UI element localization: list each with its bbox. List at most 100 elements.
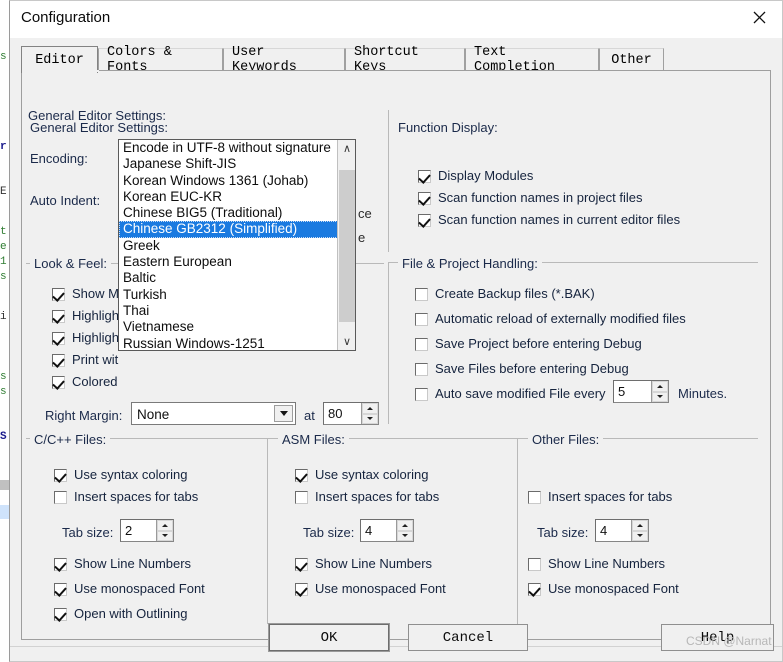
c-tab-size-label: Tab size: <box>62 525 114 540</box>
spinner-buttons[interactable] <box>396 520 413 541</box>
spinner-up-icon[interactable] <box>362 403 378 414</box>
checkbox-box[interactable] <box>295 558 308 571</box>
ok-button[interactable]: OK <box>269 624 389 651</box>
tab-label: Editor <box>35 52 84 68</box>
checkbox-box[interactable] <box>415 363 428 376</box>
close-icon[interactable] <box>736 1 782 34</box>
checkbox-box[interactable] <box>418 214 431 227</box>
encoding-dropdown-items[interactable]: Encode in UTF-8 without signature Japane… <box>119 140 338 350</box>
checkbox-box[interactable] <box>418 192 431 205</box>
tab-shortcut-keys[interactable]: Shortcut Keys <box>345 45 465 75</box>
asm-tab-size-stepper[interactable]: 4 <box>360 519 414 542</box>
checkbox-box[interactable] <box>52 376 65 389</box>
c-tab-size-stepper[interactable]: 2 <box>120 519 174 542</box>
spinner-buttons[interactable] <box>156 520 173 541</box>
checkbox-box[interactable] <box>52 332 65 345</box>
bg-code-line: s <box>0 271 7 283</box>
spinner-down-icon[interactable] <box>157 530 173 541</box>
tab-user-keywords[interactable]: User Keywords <box>223 45 345 75</box>
cancel-button[interactable]: Cancel <box>408 624 528 651</box>
checkbox-box[interactable] <box>418 170 431 183</box>
auto-save-minutes-stepper[interactable]: 5 <box>613 380 669 403</box>
c-files-frame-right <box>267 438 268 624</box>
checkbox-box[interactable] <box>295 491 308 504</box>
dropdown-item[interactable]: Vietnamese <box>119 319 338 335</box>
spinner-buttons[interactable] <box>651 381 668 402</box>
bg-code-line: 1 <box>0 256 7 268</box>
bg-code-line: E <box>0 186 7 198</box>
function-display-frame-left <box>388 110 389 252</box>
checkbox-box[interactable] <box>52 354 65 367</box>
configuration-dialog: Configuration Editor Colors & Fonts User… <box>9 0 783 662</box>
checkbox-label: Auto save modified File every <box>435 386 606 401</box>
checkbox-box[interactable] <box>295 469 308 482</box>
spinner-up-icon[interactable] <box>397 520 413 531</box>
spinner-buttons[interactable] <box>361 403 378 424</box>
checkbox-box[interactable] <box>528 491 541 504</box>
dropdown-item[interactable]: Greek <box>119 238 338 254</box>
checkbox-box[interactable] <box>415 313 428 326</box>
tab-other[interactable]: Other <box>599 48 664 71</box>
spinner-down-icon[interactable] <box>652 391 668 402</box>
asm-files-title: ASM Files: <box>278 432 349 447</box>
checkbox-box[interactable] <box>54 558 67 571</box>
checkbox-box[interactable] <box>54 608 67 621</box>
right-margin-combo[interactable]: None <box>131 402 296 425</box>
checkbox-label: Insert spaces for tabs <box>548 489 673 504</box>
right-margin-label: Right Margin: <box>45 408 123 423</box>
checkbox-box[interactable] <box>415 288 428 301</box>
checkbox-box[interactable] <box>295 583 308 596</box>
scrollbar-thumb[interactable] <box>339 170 355 322</box>
help-button[interactable]: Help <box>661 624 774 651</box>
dropdown-item[interactable]: Encode in UTF-8 without signature <box>119 140 338 156</box>
spinner-down-icon[interactable] <box>362 413 378 424</box>
dropdown-item[interactable]: Chinese BIG5 (Traditional) <box>119 205 338 221</box>
dropdown-item-selected[interactable]: Chinese GB2312 (Simplified) <box>119 221 338 238</box>
cancel-button-label: Cancel <box>442 629 494 646</box>
dropdown-item[interactable]: Turkish <box>119 287 338 303</box>
checkbox-box[interactable] <box>415 388 428 401</box>
auto-indent-option-fragment-1: ce <box>358 206 372 221</box>
checkbox-box[interactable] <box>528 558 541 571</box>
checkbox-label: Show M <box>72 286 119 301</box>
chevron-down-icon[interactable] <box>274 405 293 422</box>
dropdown-item[interactable]: Eastern European <box>119 254 338 270</box>
auto-save-minutes-suffix: Minutes. <box>678 386 728 401</box>
spinner-down-icon[interactable] <box>397 530 413 541</box>
checkbox-label: Use monospaced Font <box>315 581 446 596</box>
dropdown-item[interactable]: Korean EUC-KR <box>119 189 338 205</box>
spinner-down-icon[interactable] <box>632 530 648 541</box>
encoding-dropdown-list[interactable]: Encode in UTF-8 without signature Japane… <box>118 139 356 351</box>
auto-save-minutes-value: 5 <box>618 384 626 399</box>
checkbox-label: Scan function names in current editor fi… <box>438 212 681 227</box>
dropdown-scrollbar[interactable]: ∧ ∨ <box>337 140 355 350</box>
dropdown-item[interactable]: Korean Windows 1361 (Johab) <box>119 173 338 189</box>
right-margin-at-stepper[interactable]: 80 <box>323 402 379 425</box>
tab-colors-fonts[interactable]: Colors & Fonts <box>98 45 223 75</box>
scroll-down-icon[interactable]: ∨ <box>338 333 355 350</box>
other-tab-size-stepper[interactable]: 4 <box>595 519 649 542</box>
file-project-frame-left <box>388 262 389 424</box>
dropdown-item[interactable]: Russian Windows-1251 <box>119 336 338 350</box>
checkbox-box[interactable] <box>52 310 65 323</box>
checkbox-box[interactable] <box>528 583 541 596</box>
spinner-buttons[interactable] <box>631 520 648 541</box>
checkbox-box[interactable] <box>415 338 428 351</box>
spinner-up-icon[interactable] <box>652 381 668 392</box>
dropdown-item[interactable]: Thai <box>119 303 338 319</box>
checkbox-box[interactable] <box>54 469 67 482</box>
checkbox-label: Use syntax coloring <box>315 467 429 482</box>
dropdown-item[interactable]: Baltic <box>119 270 338 286</box>
checkbox-box[interactable] <box>52 288 65 301</box>
tab-text-completion[interactable]: Text Completion <box>465 45 599 75</box>
auto-indent-option-fragment-2: e <box>358 230 366 245</box>
scroll-up-icon[interactable]: ∧ <box>338 140 355 157</box>
dropdown-item[interactable]: Japanese Shift-JIS <box>119 156 338 172</box>
checkbox-label: Highligh <box>72 330 119 345</box>
spinner-up-icon[interactable] <box>157 520 173 531</box>
tab-editor[interactable]: Editor <box>21 46 98 73</box>
checkbox-box[interactable] <box>54 491 67 504</box>
spinner-up-icon[interactable] <box>632 520 648 531</box>
bg-code-line: s <box>0 386 7 398</box>
checkbox-box[interactable] <box>54 583 67 596</box>
